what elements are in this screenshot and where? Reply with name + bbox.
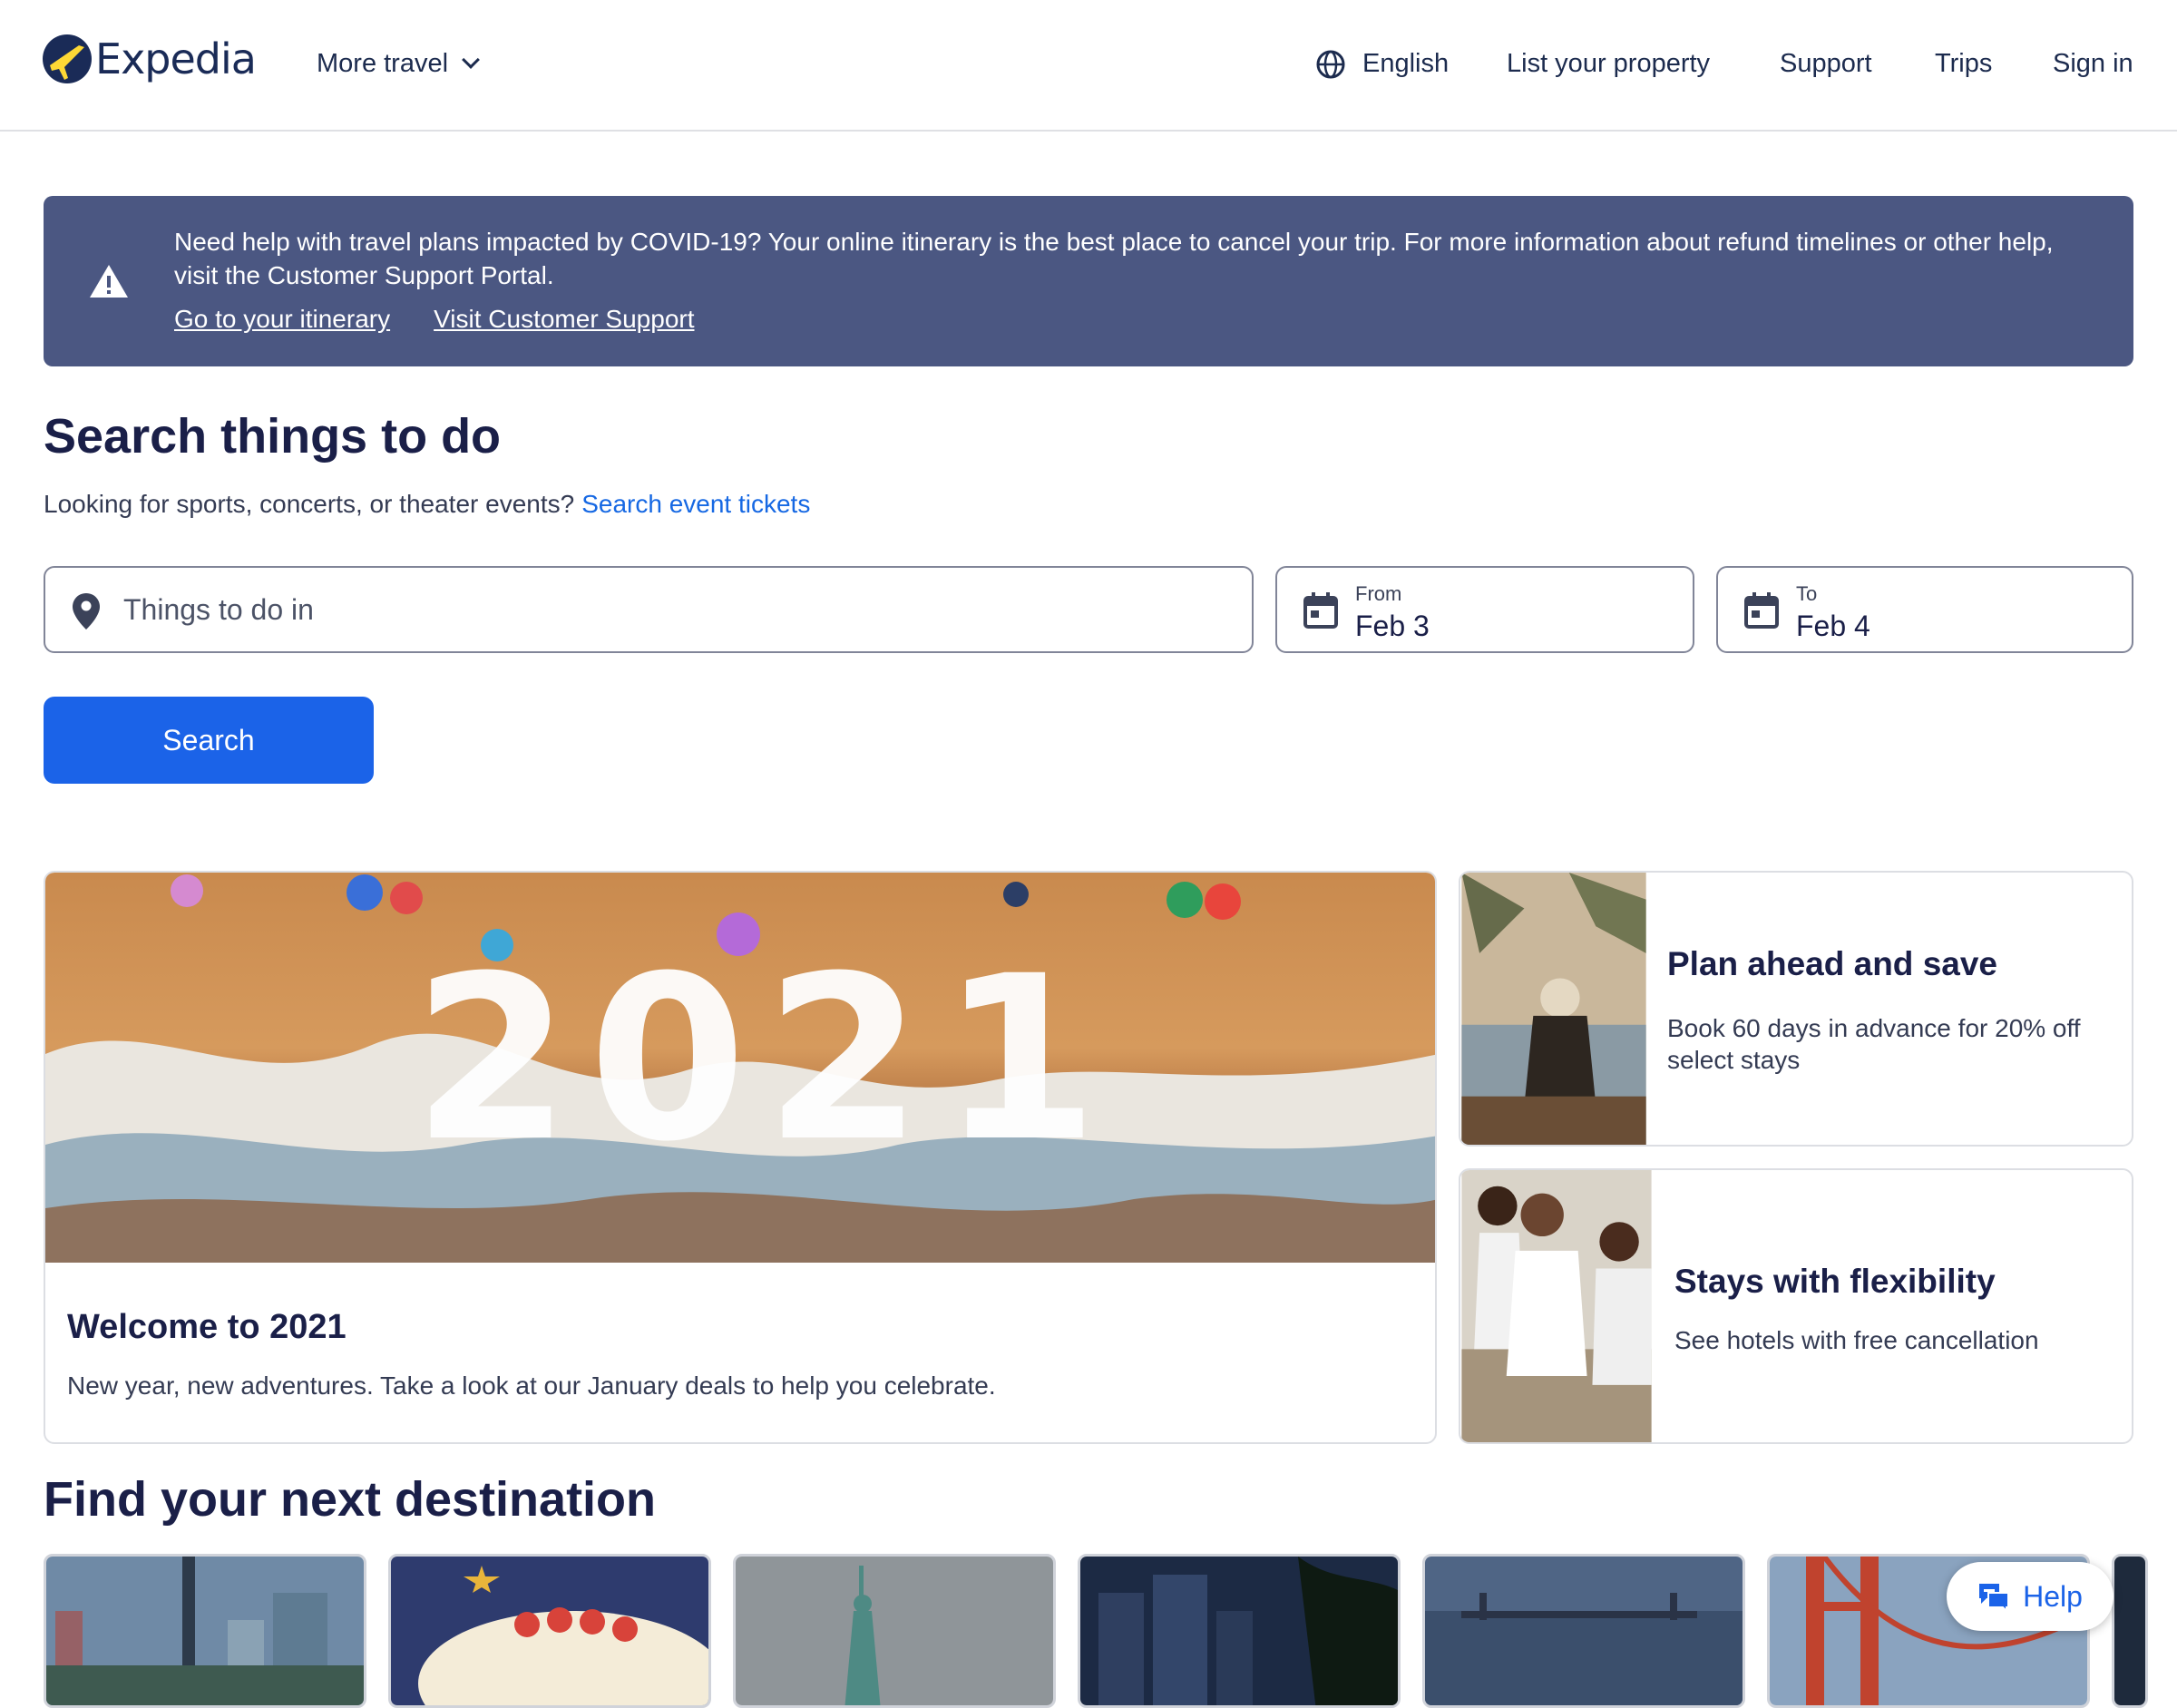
more-travel-menu[interactable]: More travel (317, 49, 480, 79)
search-button[interactable]: Search (44, 697, 374, 784)
from-value: Feb 3 (1355, 610, 1430, 642)
card-description: Book 60 days in advance for 20% off sele… (1667, 1014, 2081, 1074)
from-label: From (1355, 582, 1402, 605)
support-link[interactable]: Support (1780, 49, 1872, 79)
list-property-link[interactable]: List your property (1507, 49, 1710, 79)
trips-link[interactable]: Trips (1935, 49, 1992, 79)
to-value: Feb 4 (1796, 610, 1870, 642)
destination-card[interactable] (44, 1554, 366, 1708)
destination-card[interactable] (1078, 1554, 1401, 1708)
covid-banner: Need help with travel plans impacted by … (44, 196, 2133, 366)
plane-logo-icon (43, 34, 92, 83)
city-night-palms-photo (1080, 1557, 1398, 1705)
card-title: Welcome to 2021 (67, 1308, 347, 1346)
search-event-tickets-link[interactable]: Search event tickets (581, 490, 810, 518)
chevron-down-icon (462, 51, 480, 69)
go-to-itinerary-link[interactable]: Go to your itinerary (174, 305, 390, 333)
resort-pool-photo (1461, 873, 1646, 1145)
banner-links: Go to your itinerary Visit Customer Suppo… (174, 305, 738, 334)
sign-in-link[interactable]: Sign in (2053, 49, 2133, 79)
from-date-field[interactable]: From Feb 3 (1275, 566, 1694, 653)
help-label: Help (2023, 1579, 2083, 1613)
banner-message: Need help with travel plans impacted by … (174, 228, 2054, 289)
destination-card[interactable] (733, 1554, 1056, 1708)
partial-destination-photo (2114, 1557, 2145, 1705)
subtitle-text: Looking for sports, concerts, or theater… (44, 490, 575, 518)
card-description: New year, new adventures. Take a look at… (67, 1371, 996, 1400)
top-header: Expedia More travel English List your pr… (0, 0, 2177, 132)
page-title: Search things to do (44, 409, 502, 464)
family-photo (1461, 1170, 1652, 1442)
las-vegas-sign-photo (391, 1557, 708, 1705)
location-input[interactable]: Things to do in (44, 566, 1254, 653)
card-title: Stays with flexibility (1674, 1263, 1996, 1300)
expedia-logo[interactable]: Expedia (43, 34, 257, 83)
statue-of-liberty-photo (736, 1557, 1053, 1705)
welcome-2021-card[interactable]: 2021 Welcome to 2021 New year, new adven… (44, 871, 1437, 1444)
globe-icon (1316, 50, 1345, 79)
stays-flexibility-card[interactable]: Stays with flexibility See hotels with f… (1459, 1168, 2133, 1444)
destination-card[interactable] (388, 1554, 711, 1708)
calendar-icon (1744, 592, 1779, 629)
calendar-icon (1303, 592, 1338, 629)
plan-ahead-card[interactable]: Plan ahead and save Book 60 days in adva… (1459, 871, 2133, 1147)
destinations-heading: Find your next destination (44, 1472, 657, 1527)
brand-name: Expedia (95, 34, 257, 83)
destination-card[interactable] (1422, 1554, 1745, 1708)
visit-customer-support-link[interactable]: Visit Customer Support (434, 305, 694, 333)
chat-bubbles-icon (1979, 1584, 2010, 1611)
beach-2021-image: 2021 (45, 873, 1435, 1263)
to-label: To (1796, 582, 1818, 605)
map-pin-icon (73, 593, 100, 630)
help-chat-button[interactable]: Help (1947, 1562, 2114, 1631)
harbor-bridge-photo (1425, 1557, 1743, 1705)
event-tickets-prompt: Looking for sports, concerts, or theater… (44, 490, 810, 519)
card-description: See hotels with free cancellation (1674, 1326, 2039, 1354)
more-travel-label: More travel (317, 49, 449, 78)
to-date-field[interactable]: To Feb 4 (1716, 566, 2133, 653)
language-selector[interactable]: English (1362, 49, 1449, 79)
location-placeholder: Things to do in (123, 593, 314, 626)
card-title: Plan ahead and save (1667, 945, 1998, 982)
warning-icon (90, 265, 128, 298)
year-overlay-text: 2021 (413, 927, 1117, 1191)
city-skyline-photo (46, 1557, 364, 1705)
destination-card[interactable] (2112, 1554, 2148, 1708)
